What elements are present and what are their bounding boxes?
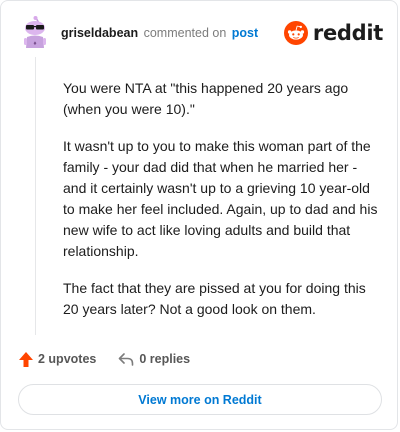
upvote-count: 2 upvotes	[38, 352, 97, 366]
comment-body: You were NTA at "this happened 20 years …	[63, 78, 381, 336]
comment-paragraph: It wasn't up to you to make this woman p…	[63, 138, 378, 259]
upvote-arrow-icon	[19, 351, 33, 367]
upvote-button[interactable]: 2 upvotes	[19, 351, 97, 367]
comment-paragraph: You were NTA at "this happened 20 years …	[63, 80, 349, 117]
view-more-on-reddit-button[interactable]: View more on Reddit	[18, 384, 382, 415]
reply-arrow-icon	[119, 352, 134, 366]
reddit-snoo-icon	[283, 21, 308, 45]
reddit-logo[interactable]: reddit	[283, 19, 383, 47]
user-avatar[interactable]: ♦	[19, 15, 53, 49]
comment-header: ♦ griseldabean commented on post reddit	[19, 15, 383, 55]
username-link[interactable]: griseldabean	[61, 26, 138, 40]
reply-button[interactable]: 0 replies	[118, 352, 190, 366]
thread-line	[35, 57, 36, 335]
post-link[interactable]: post	[232, 26, 258, 40]
comment-actions: 2 upvotes 0 replies	[19, 349, 190, 369]
comment-embed-card: ♦ griseldabean commented on post reddit	[0, 0, 398, 430]
commented-on-text: commented on	[143, 26, 227, 40]
comment-paragraph: The fact that they are pissed at you for…	[63, 280, 366, 317]
svg-text:♦: ♦	[33, 41, 37, 47]
comment-byline: griseldabean commented on post	[61, 26, 258, 40]
reddit-wordmark: reddit	[312, 21, 383, 45]
reply-count: 0 replies	[139, 352, 191, 366]
